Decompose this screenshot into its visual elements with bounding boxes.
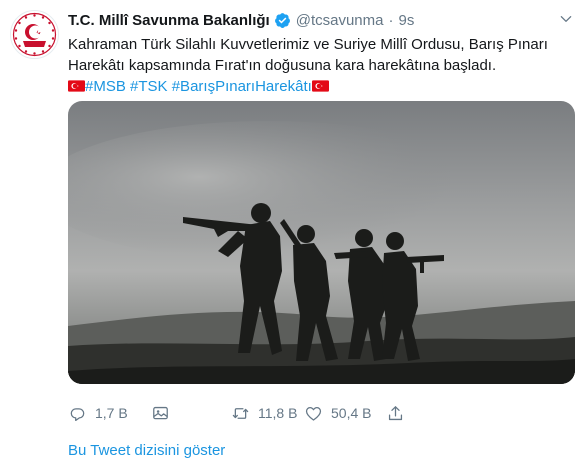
retweet-button[interactable]: 11,8 B bbox=[231, 402, 297, 424]
show-thread-link[interactable]: Bu Tweet dizisini göster bbox=[68, 442, 225, 459]
heart-icon bbox=[305, 406, 322, 421]
tweet-text-line-2: Harekâtı kapsamında Fırat'ın doğusuna ka… bbox=[68, 57, 497, 74]
hashtag-baris-pinari[interactable]: #BarışPınarıHarekâtı bbox=[172, 78, 312, 95]
like-button[interactable]: 50,4 B bbox=[304, 402, 371, 424]
share-button[interactable] bbox=[151, 402, 178, 424]
account-handle[interactable]: @tcsavunma bbox=[296, 12, 384, 29]
retweet-count: 11,8 B bbox=[258, 405, 298, 421]
retweet-icon bbox=[232, 407, 249, 419]
reply-count: 1,7 B bbox=[95, 405, 128, 421]
share-icon bbox=[388, 405, 403, 420]
reply-icon bbox=[70, 407, 85, 421]
separator-dot: · bbox=[388, 11, 394, 29]
chevron-down-icon[interactable] bbox=[559, 12, 573, 26]
tweet-timestamp[interactable]: 9s bbox=[398, 12, 414, 29]
tweet-header: T.C. Millî Savunma Bakanlığı @tcsavunma … bbox=[68, 10, 414, 30]
reply-button[interactable]: 1,7 B bbox=[68, 402, 128, 424]
tweet-card[interactable]: T.C. Millî Savunma Bakanlığı @tcsavunma … bbox=[0, 0, 587, 464]
tweet-text-line-1: Kahraman Türk Silahlı Kuvvetlerimiz ve S… bbox=[68, 36, 548, 53]
turkey-flag-icon bbox=[68, 80, 85, 92]
tweet-photo[interactable] bbox=[68, 101, 575, 384]
soldiers-silhouette-photo bbox=[68, 101, 575, 384]
hashtag-tsk[interactable]: #TSK bbox=[130, 78, 168, 95]
account-name[interactable]: T.C. Millî Savunma Bakanlığı bbox=[68, 12, 270, 29]
like-count: 50,4 B bbox=[331, 405, 372, 421]
msb-logo-icon bbox=[12, 12, 57, 57]
verified-badge-icon bbox=[274, 12, 290, 28]
tweet-hashtag-line: #MSB #TSK #BarışPınarıHarekâtı bbox=[68, 76, 568, 97]
share-tweet-button[interactable] bbox=[386, 402, 413, 424]
hashtag-msb[interactable]: #MSB bbox=[85, 78, 126, 95]
tweet-text: Kahraman Türk Silahlı Kuvvetlerimiz ve S… bbox=[68, 34, 568, 97]
turkey-flag-icon bbox=[311, 80, 329, 92]
tweet-actions: 1,7 B 11,8 B 50,4 B bbox=[68, 402, 428, 424]
photo-grid-icon bbox=[153, 406, 168, 419]
avatar[interactable] bbox=[10, 10, 59, 59]
